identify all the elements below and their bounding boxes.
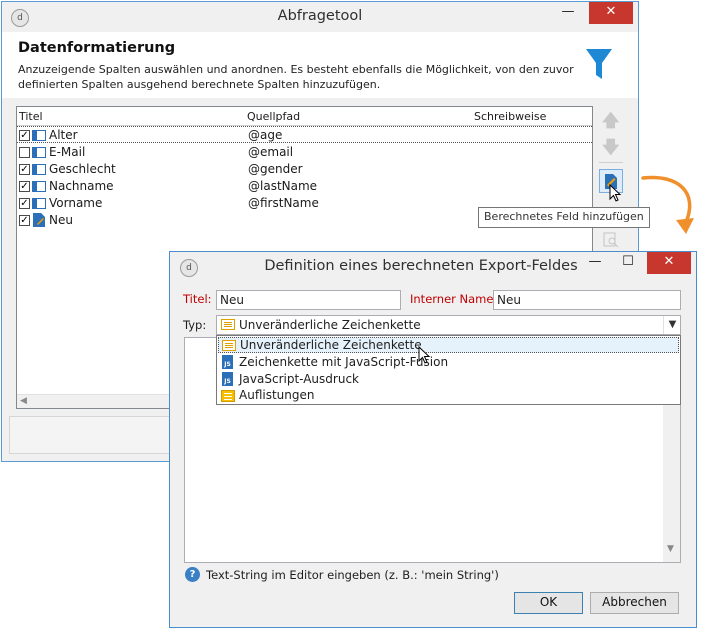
dropdown-option-label: Auflistungen xyxy=(239,388,315,402)
dialog-close-button[interactable]: ✕ xyxy=(647,252,691,274)
column-icon xyxy=(32,164,46,175)
description-line-2: definierten Spalten ausgehend berechnete… xyxy=(18,78,381,91)
tooltip: Berechnetes Feld hinzufügen xyxy=(478,207,650,228)
typ-label: Typ: xyxy=(183,318,207,332)
string-icon xyxy=(221,319,235,330)
column-header-notation[interactable]: Schreibweise xyxy=(474,110,546,123)
dialog-minimize-button[interactable]: — xyxy=(585,252,605,274)
move-up-icon[interactable]: 🡅 xyxy=(602,108,619,137)
row-title: E-Mail xyxy=(49,145,86,159)
cancel-button[interactable]: Abbrechen xyxy=(590,592,679,614)
internal-name-label: Interner Name: xyxy=(410,292,498,306)
orange-arrow-icon xyxy=(640,172,700,242)
column-icon xyxy=(32,130,46,141)
help-text: Text-String im Editor eingeben (z. B.: '… xyxy=(206,568,499,582)
titel-field[interactable]: Neu xyxy=(216,290,401,310)
description-line-1: Anzuzeigende Spalten auswählen und anord… xyxy=(18,63,574,76)
dropdown-option[interactable]: Unveränderliche Zeichenkette xyxy=(218,337,679,353)
row-title: Vorname xyxy=(49,196,103,210)
dropdown-option[interactable]: JS Zeichenkette mit JavaScript-Fusion xyxy=(218,354,679,371)
help-icon: ? xyxy=(185,567,200,582)
row-checkbox[interactable]: ✓ xyxy=(19,130,30,141)
row-path: @age xyxy=(248,128,283,142)
dialog-maximize-button[interactable]: ☐ xyxy=(618,252,638,274)
dropdown-option-label: Zeichenkette mit JavaScript-Fusion xyxy=(239,355,449,369)
list-icon xyxy=(221,390,235,402)
typ-select-value: Unveränderliche Zeichenkette xyxy=(239,318,421,332)
row-checkbox[interactable]: ✓ xyxy=(19,198,30,209)
internal-name-field[interactable]: Neu xyxy=(493,290,681,310)
column-icon xyxy=(32,147,46,158)
dropdown-option[interactable]: Auflistungen xyxy=(218,388,679,404)
table-row-selected xyxy=(17,126,592,143)
toolbar-divider xyxy=(599,162,623,163)
chevron-down-icon[interactable]: ▼ xyxy=(663,316,681,334)
js-icon: JS xyxy=(222,355,233,369)
mouse-cursor-icon xyxy=(418,345,432,366)
row-path: @lastName xyxy=(248,179,318,193)
minimize-button[interactable]: — xyxy=(548,2,588,24)
column-icon xyxy=(32,181,46,192)
dialog-title: Definition eines berechneten Export-Feld… xyxy=(264,258,578,274)
row-checkbox[interactable]: ✓ xyxy=(19,181,30,192)
row-checkbox[interactable]: ✓ xyxy=(19,215,30,226)
dialog-titlebar: d Definition eines berechneten Export-Fe… xyxy=(170,252,696,282)
cursor-icon xyxy=(609,183,623,204)
row-checkbox[interactable] xyxy=(19,147,30,158)
filter-icon xyxy=(585,48,613,82)
dropdown-option-label: JavaScript-Ausdruck xyxy=(239,372,359,386)
calculated-field-dialog: d Definition eines berechneten Export-Fe… xyxy=(169,251,697,628)
main-window-title: Abfragetool xyxy=(277,8,363,24)
row-title: Geschlecht xyxy=(49,162,116,176)
page-title: Datenformatierung xyxy=(18,40,176,56)
row-checkbox[interactable]: ✓ xyxy=(19,164,30,175)
row-path: @firstName xyxy=(248,196,319,210)
js-icon: JS xyxy=(222,372,233,386)
dropdown-option-label: Unveränderliche Zeichenkette xyxy=(240,338,422,352)
ok-button[interactable]: OK xyxy=(514,592,583,614)
string-icon xyxy=(222,340,236,351)
main-titlebar: d Abfragetool — ✕ xyxy=(2,2,638,32)
row-path: @gender xyxy=(248,162,303,176)
row-title: Neu xyxy=(49,213,73,227)
column-icon xyxy=(32,198,46,209)
move-down-icon[interactable]: 🡇 xyxy=(602,135,619,164)
calculated-field-icon xyxy=(33,213,45,227)
row-title: Nachname xyxy=(49,179,114,193)
typ-dropdown-list: Unveränderliche Zeichenkette JS Zeichenk… xyxy=(216,335,681,405)
titel-label: Titel: xyxy=(183,292,212,306)
preview-icon[interactable] xyxy=(602,231,620,249)
column-header-source-path[interactable]: Quellpfad xyxy=(247,110,300,123)
row-title: Alter xyxy=(49,128,78,142)
scroll-left-icon[interactable]: ◀ xyxy=(20,396,27,406)
close-button[interactable]: ✕ xyxy=(589,2,633,24)
dropdown-option[interactable]: JS JavaScript-Ausdruck xyxy=(218,371,679,388)
typ-select[interactable]: Unveränderliche Zeichenkette ▼ xyxy=(216,315,681,335)
column-header-title[interactable]: Titel xyxy=(19,110,43,123)
row-path: @email xyxy=(248,145,294,159)
scroll-down-icon[interactable]: ▼ xyxy=(667,544,674,554)
